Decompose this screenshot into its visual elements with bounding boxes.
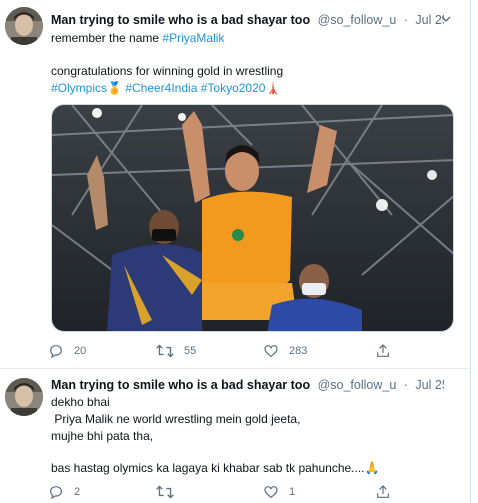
like-icon: [264, 486, 278, 499]
tweet-text: mujhe bhi pata tha,: [51, 428, 456, 445]
reply-button[interactable]: 20: [48, 341, 86, 361]
author-handle[interactable]: @so_follow_u: [318, 13, 397, 27]
retweet-button[interactable]: 55: [156, 341, 196, 361]
retweet-icon: [156, 485, 174, 499]
tweet-text: dekho bhai: [51, 394, 456, 411]
tweet-text: #Olympics🏅 #Cheer4India #Tokyo2020🗼: [51, 80, 456, 97]
retweet-icon: [156, 344, 174, 358]
text-line: remember the name: [51, 31, 163, 45]
share-button[interactable]: [375, 341, 391, 361]
share-icon: [377, 344, 389, 357]
tweet-header: Man trying to smile who is a bad shayar …: [51, 11, 444, 29]
reply-count: 2: [74, 486, 81, 498]
text-line: congratulations for winning gold in wres…: [51, 64, 284, 78]
share-button[interactable]: [375, 482, 391, 502]
medal-emoji: 🏅: [107, 81, 122, 95]
reply-icon: [50, 345, 62, 359]
reply-button[interactable]: 2: [48, 482, 80, 502]
header-separator: ·: [403, 13, 408, 27]
tweet[interactable]: Man trying to smile who is a bad shayar …: [0, 0, 470, 369]
text-line: dekho bhai: [51, 395, 110, 409]
tweet-actions: 2 1: [48, 482, 408, 502]
text-line: Priya Malik ne world wrestling mein gold…: [51, 412, 301, 426]
header-separator: ·: [403, 378, 408, 392]
like-count: 1: [289, 486, 296, 498]
tweet-text: congratulations for winning gold in wres…: [51, 63, 456, 80]
avatar[interactable]: [5, 378, 43, 416]
share-icon: [377, 485, 389, 498]
tweet-photo[interactable]: [51, 104, 454, 332]
timeline-border: [470, 0, 471, 503]
author-handle[interactable]: @so_follow_u: [318, 378, 397, 392]
hashtag-link[interactable]: #Olympics: [51, 81, 107, 95]
tweet-text: bas hastag olymics ka lagaya ki khabar s…: [51, 460, 456, 477]
author-name[interactable]: Man trying to smile who is a bad shayar …: [51, 378, 310, 392]
retweet-count: 55: [184, 345, 197, 357]
reply-icon: [50, 486, 62, 500]
tweet[interactable]: Man trying to smile who is a bad shayar …: [0, 369, 470, 503]
folded-hands-emoji: 🙏: [364, 461, 380, 475]
tweet-date[interactable]: Jul 25: [415, 378, 444, 392]
reply-count: 20: [74, 345, 87, 357]
text-line: bas hastag olymics ka lagaya ki khabar s…: [51, 461, 365, 475]
like-button[interactable]: 1: [263, 482, 295, 502]
tweet-text: remember the name #PriyaMalik: [51, 30, 456, 47]
text-line: mujhe bhi pata tha,: [51, 429, 154, 443]
tweet-actions: 20 55 283: [48, 341, 408, 361]
tower-emoji: 🗼: [265, 81, 281, 95]
caret-down-icon[interactable]: [438, 13, 454, 27]
hashtag-link[interactable]: #PriyaMalik: [162, 31, 224, 45]
hashtag-link[interactable]: #Tokyo2020: [201, 81, 266, 95]
author-name[interactable]: Man trying to smile who is a bad shayar …: [51, 13, 310, 27]
tweet-text: Priya Malik ne world wrestling mein gold…: [51, 411, 456, 428]
like-icon: [264, 345, 278, 358]
like-count: 283: [289, 345, 308, 357]
hashtag-link[interactable]: #Cheer4India: [125, 81, 197, 95]
like-button[interactable]: 283: [263, 341, 307, 361]
avatar[interactable]: [5, 7, 43, 45]
tweet-header: Man trying to smile who is a bad shayar …: [51, 376, 444, 394]
retweet-button[interactable]: [156, 482, 184, 502]
